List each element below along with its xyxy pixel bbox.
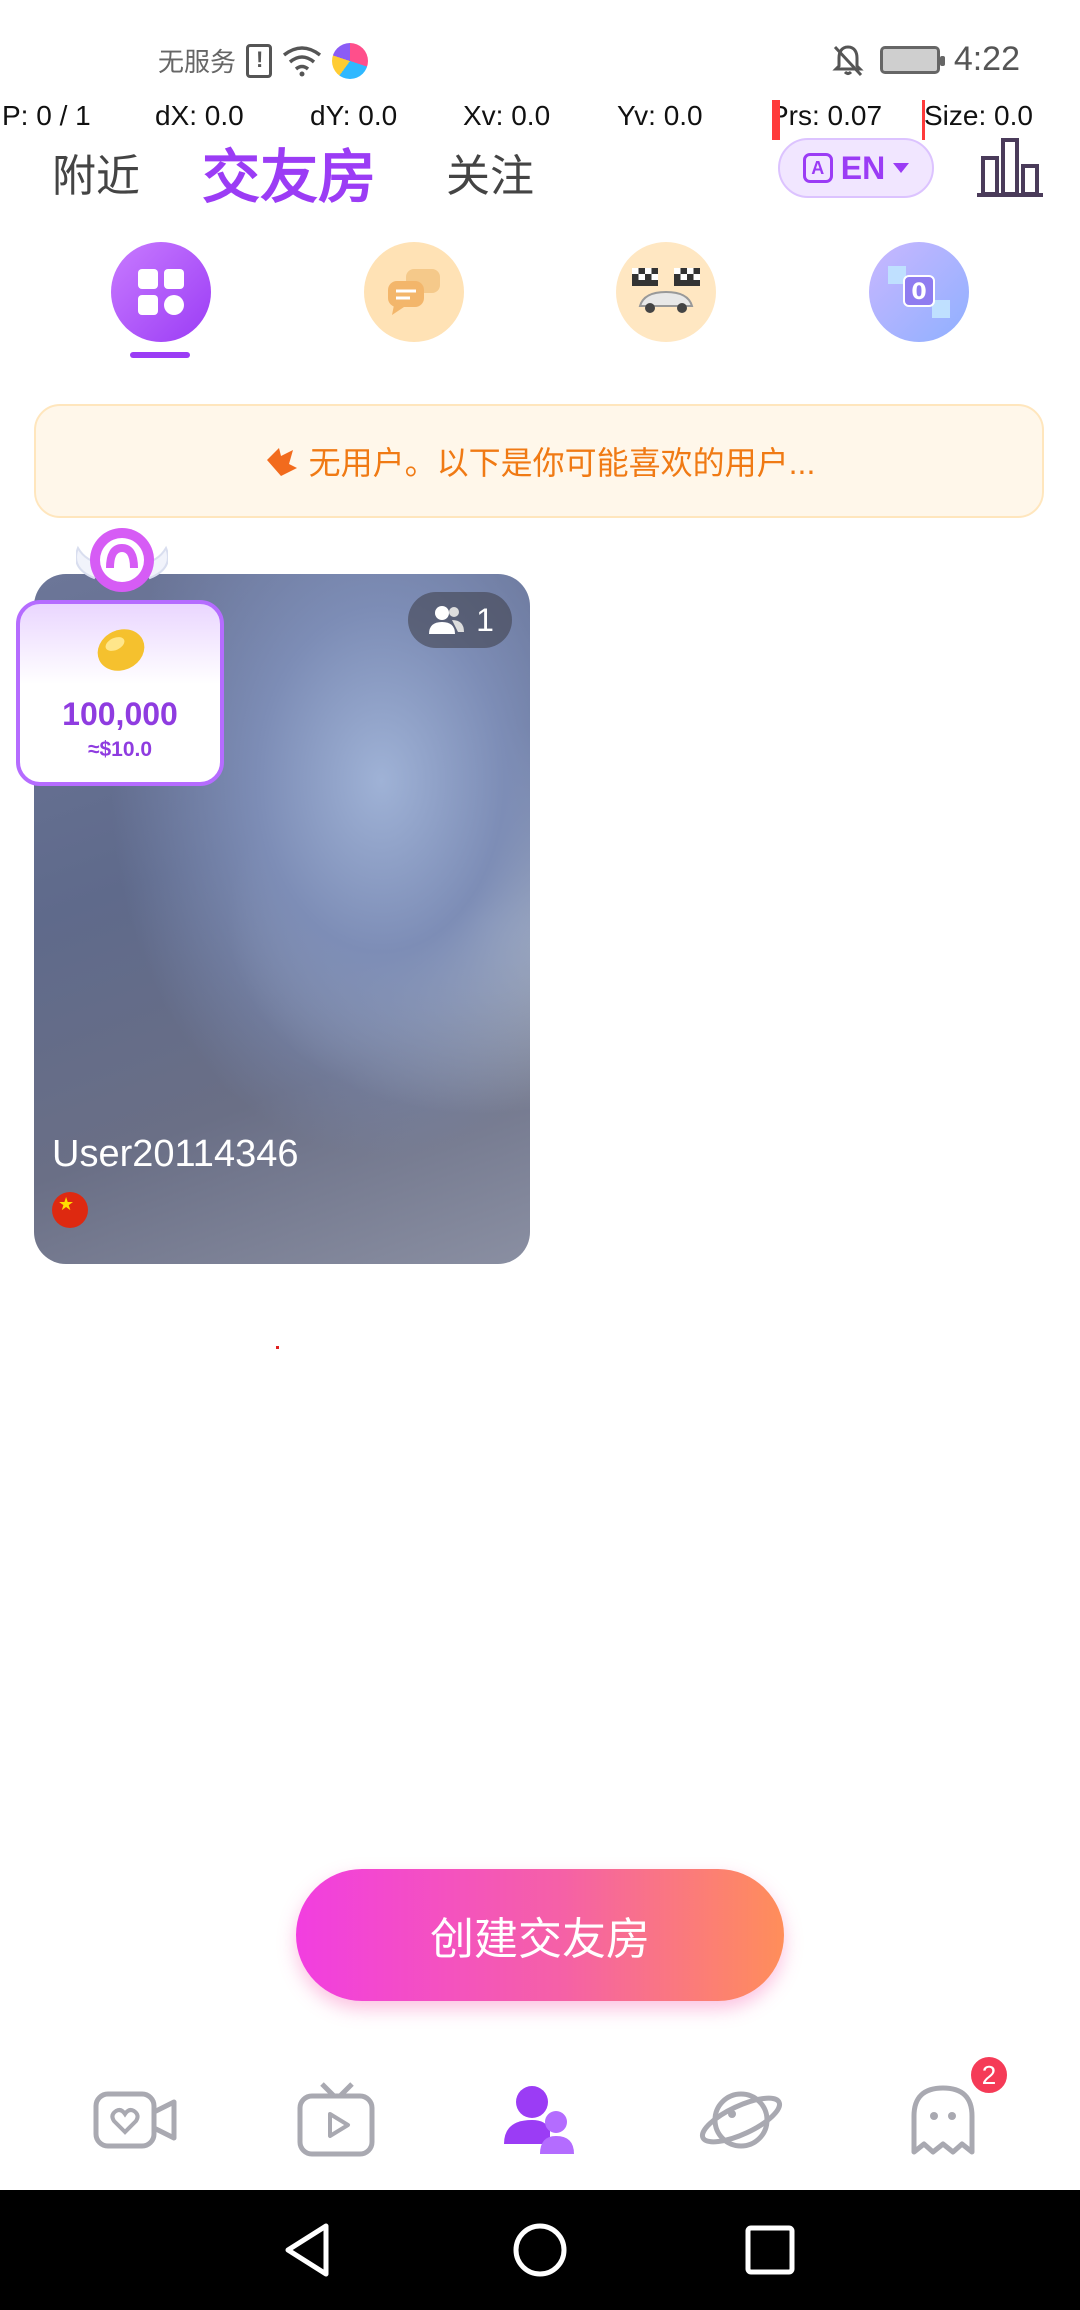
- message-count-badge: 2: [968, 2054, 1010, 2096]
- racing-car-icon: [632, 268, 700, 313]
- category-selected-indicator: [130, 352, 190, 358]
- system-navigation-bar: [0, 2190, 1080, 2310]
- battery-icon: [879, 45, 945, 74]
- recents-icon[interactable]: [738, 2218, 802, 2282]
- notice-text: 无用户。以下是你可能喜欢的用户...: [308, 445, 816, 481]
- category-chat[interactable]: [364, 242, 464, 342]
- no-users-notice: 无用户。以下是你可能喜欢的用户...: [34, 404, 1044, 518]
- tab-messages[interactable]: [898, 2080, 988, 2160]
- debug-prs: Prs: 0.07: [770, 100, 883, 131]
- language-selector[interactable]: A EN: [778, 138, 934, 198]
- tab-nearby[interactable]: 附近: [52, 140, 140, 204]
- sim-alert-icon: [246, 43, 273, 78]
- tab-friend-room[interactable]: [494, 2080, 584, 2160]
- member-count-badge: 1: [408, 592, 512, 648]
- carrier-label: 无服务: [158, 47, 237, 77]
- friends-room-icon: [504, 2086, 574, 2154]
- category-number-game[interactable]: 0: [869, 242, 969, 342]
- debug-size: Size: 0.0: [924, 100, 1033, 131]
- people-icon: [429, 606, 465, 634]
- chevron-down-icon: [893, 163, 910, 173]
- touch-indicator-dot: [276, 1346, 279, 1349]
- top-nav: 附近 交友房 关注 A EN: [0, 130, 1080, 210]
- tab-following[interactable]: 关注: [446, 140, 534, 204]
- tab-live-tv[interactable]: [292, 2080, 382, 2160]
- bell-muted-icon: [832, 44, 864, 76]
- room-username: User20114346: [52, 1133, 299, 1175]
- reward-card: 100,000 ≈$10.0: [16, 600, 224, 786]
- status-right: 4:22: [830, 40, 1020, 79]
- debug-dy: dY: 0.0: [310, 100, 398, 131]
- ghost-message-icon: [911, 2085, 975, 2155]
- app-notification-icon: [332, 42, 369, 79]
- number-blocks-icon: 0: [888, 266, 950, 318]
- tab-friend-rooms[interactable]: 交友房: [202, 130, 376, 214]
- category-racing[interactable]: [616, 242, 716, 342]
- svg-text:0: 0: [911, 280, 926, 305]
- planet-icon: [699, 2091, 783, 2149]
- flame-icon: [266, 448, 297, 476]
- ranking-icon[interactable]: [975, 136, 1045, 198]
- debug-pointer: P: 0 / 1: [2, 100, 91, 131]
- category-all[interactable]: [111, 242, 211, 342]
- clock: 4:22: [953, 40, 1020, 78]
- member-count: 1: [476, 601, 494, 638]
- tab-video-chat[interactable]: [90, 2080, 180, 2160]
- status-bar: 无服务 4:22: [0, 0, 1080, 110]
- debug-xv: Xv: 0.0: [463, 100, 551, 131]
- video-heart-icon: [93, 2091, 177, 2149]
- status-left: 无服务: [158, 42, 369, 79]
- wifi-icon: [282, 45, 322, 76]
- home-icon[interactable]: [508, 2218, 572, 2282]
- category-row: 0: [0, 242, 1080, 362]
- winged-mascot-icon: [76, 528, 168, 592]
- reward-amount: 100,000: [62, 696, 178, 732]
- bottom-tab-bar: [0, 2060, 1080, 2190]
- language-label: EN: [840, 149, 886, 186]
- chat-bubbles-icon: [388, 269, 440, 315]
- translate-icon: A: [802, 153, 833, 183]
- bean-coin-icon: [97, 629, 145, 671]
- tab-explore[interactable]: [696, 2080, 786, 2160]
- debug-yv: Yv: 0.0: [617, 100, 703, 131]
- grid-icon: [138, 269, 184, 315]
- back-icon[interactable]: [276, 2218, 340, 2282]
- reward-badge[interactable]: 100,000 ≈$10.0: [16, 518, 226, 788]
- tv-play-icon: [297, 2082, 375, 2157]
- debug-dx: dX: 0.0: [155, 100, 244, 131]
- reward-usd-value: ≈$10.0: [87, 738, 153, 761]
- china-flag-icon: [52, 1192, 88, 1228]
- create-room-button[interactable]: 创建交友房: [296, 1869, 784, 2001]
